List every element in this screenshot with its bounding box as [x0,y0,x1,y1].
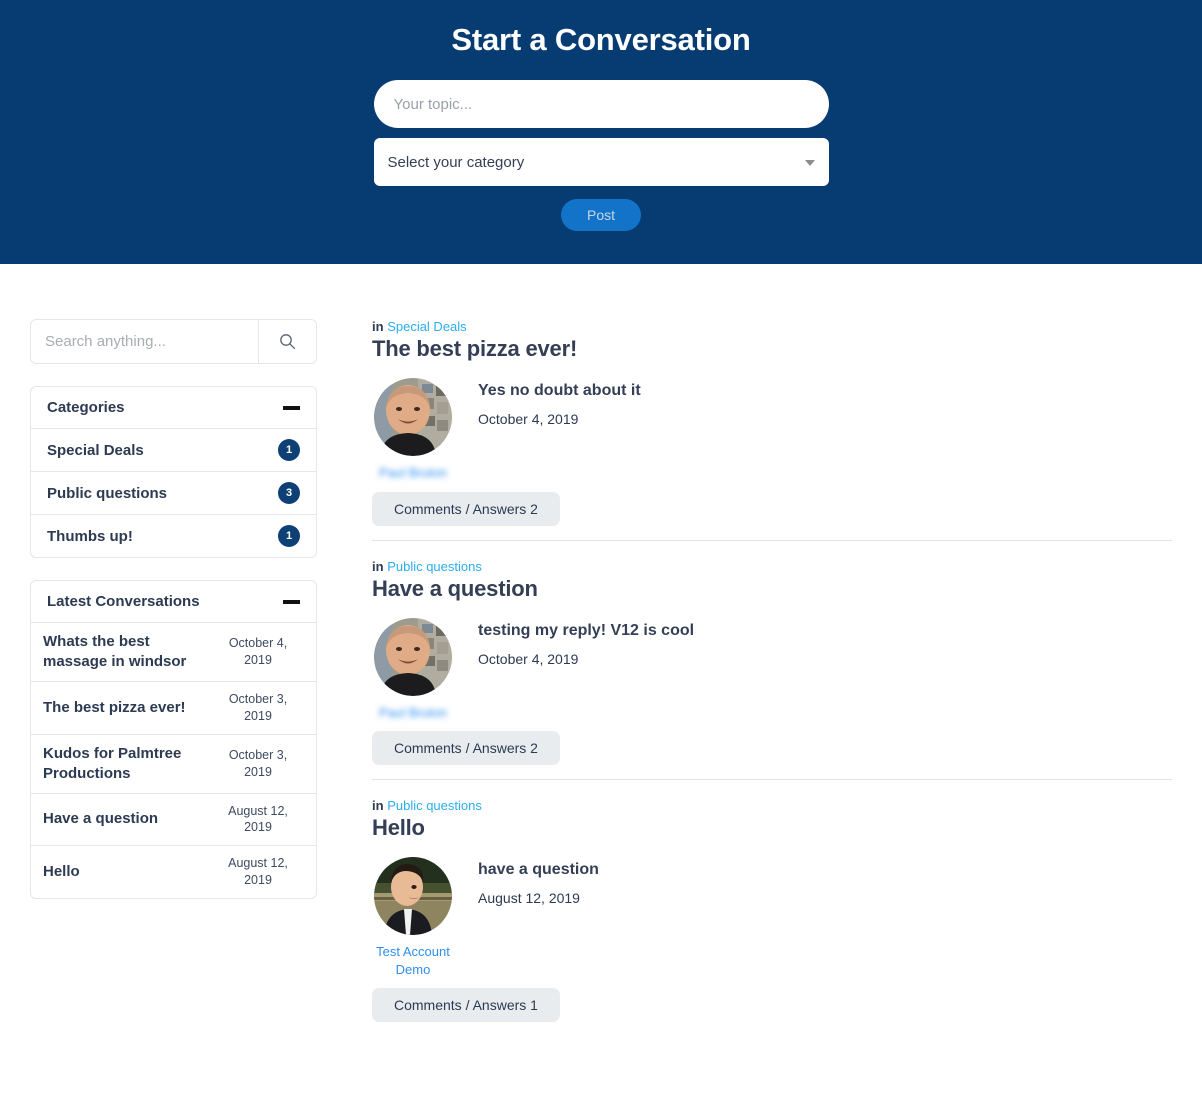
categories-panel-title: Categories [47,399,125,416]
post-reply-date: October 4, 2019 [478,411,579,427]
category-label: Public questions [47,484,168,502]
minus-icon[interactable] [283,599,300,604]
category-row[interactable]: Public questions 3 [31,472,316,515]
latest-conversation-title: Whats the best massage in windsor [43,633,187,670]
latest-conversation-title: Have a question [43,810,159,828]
latest-conversations-header[interactable]: Latest Conversations [31,581,316,623]
post-category-line: in Public questions [372,798,1172,813]
latest-conversations-list: Whats the best massage in windsor October… [31,623,316,898]
search-bar [30,319,317,364]
category-label: Thumbs up! [47,527,133,545]
latest-conversation-row[interactable]: Kudos for Palmtree Productions October 3,… [31,735,316,794]
avatar-column: Paul Bruton [372,378,454,482]
category-count-badge: 1 [278,439,300,461]
latest-conversation-title: Kudos for Palmtree Productions [43,744,182,782]
conversation-feed: in Special Deals The best pizza ever! Paul… [320,264,1202,1024]
conversation-post: in Public questions Hello Test Account Dem… [372,782,1172,1024]
post-author-link[interactable]: Paul Bruton [367,704,459,722]
latest-conversation-date: October 4, 2019 [228,636,288,667]
category-label: Special Deals [47,441,144,459]
latest-conversation-date: October 3, 2019 [228,747,288,779]
post-text-column: Yes no doubt about it October 4, 2019 [454,378,641,427]
post-title[interactable]: The best pizza ever! [372,336,1172,362]
latest-conversations-panel: Latest Conversations Whats the best mass… [30,580,317,899]
in-label: in [372,319,384,334]
new-conversation-form: Select your categorySpecial DealsPublic … [373,80,829,231]
search-button[interactable] [258,320,316,363]
post-button[interactable]: Post [561,199,641,231]
avatar-image [374,857,452,936]
posts-container: in Special Deals The best pizza ever! Paul… [372,319,1172,1024]
latest-conversation-title: Hello [43,863,80,881]
categories-panel-header[interactable]: Categories [31,387,316,429]
latest-conversation-row[interactable]: Have a question August 12, 2019 [31,794,316,847]
latest-conversation-row[interactable]: Hello August 12, 2019 [31,846,316,898]
in-label: in [372,798,384,814]
post-body: Paul Bruton Yes no doubt about it October … [372,378,1172,482]
avatar-image [374,617,452,696]
conversation-post: in Special Deals The best pizza ever! Paul… [372,319,1172,543]
post-category-link[interactable]: Public questions [387,559,482,574]
hero-banner: Start a Conversation Select your categor… [0,0,1202,264]
page-title: Start a Conversation [451,22,751,57]
avatar-image [374,378,452,456]
page-content: Categories Special Deals 1 Public question… [0,264,1202,1024]
categories-panel: Categories Special Deals 1 Public question… [30,386,317,558]
comments-answers-button[interactable]: Comments / Answers 2 [372,731,560,766]
category-select[interactable]: Select your categorySpecial DealsPublic … [373,138,829,186]
post-divider [372,539,1172,541]
post-category-link[interactable]: Special Deals [387,319,467,334]
latest-conversation-row[interactable]: Whats the best massage in windsor October… [31,623,316,682]
avatar-column: Test Account Demo [372,857,454,978]
latest-conversation-date: October 3, 2019 [228,691,288,723]
post-author-link[interactable]: Test Account Demo [367,943,459,978]
post-reply-text: Yes no doubt about it [478,382,641,399]
post-text-column: testing my reply! V12 is cool October 4, … [454,618,694,667]
latest-conversations-title: Latest Conversations [47,593,200,610]
post-title[interactable]: Hello [372,815,1172,841]
latest-conversation-title: The best pizza ever! [43,698,186,716]
latest-conversation-date: August 12, 2019 [228,856,288,888]
sidebar: Categories Special Deals 1 Public question… [30,264,320,899]
post-author-link[interactable]: Paul Bruton [367,464,459,482]
category-select-wrapper: Select your categorySpecial DealsPublic … [373,138,829,186]
post-title[interactable]: Have a question [372,576,1172,602]
post-divider [372,779,1172,781]
minus-icon[interactable] [283,405,300,410]
topic-input[interactable] [373,80,829,128]
avatar-column: Paul Bruton [372,617,454,722]
post-reply-text: testing my reply! V12 is cool [478,621,695,639]
search-input[interactable] [31,320,258,363]
search-icon [280,334,296,350]
post-text-column: have a question August 12, 2019 [454,857,599,906]
post-body: Test Account Demo have a question August 1… [372,857,1172,978]
comments-answers-button[interactable]: Comments / Answers 1 [372,988,560,1023]
post-category-link[interactable]: Public questions [387,798,482,813]
in-label: in [372,558,384,574]
post-category-line: in Special Deals [372,319,1172,334]
post-reply-date: August 12, 2019 [478,890,580,907]
conversation-post: in Public questions Have a question Paul B… [372,543,1172,783]
category-row[interactable]: Thumbs up! 1 [31,515,316,557]
post-reply-text: have a question [478,861,599,879]
categories-list: Special Deals 1 Public questions 3 Thumbs up… [31,429,316,557]
post-category-line: in Public questions [372,559,1172,574]
post-reply-date: October 4, 2019 [478,650,579,667]
latest-conversation-row[interactable]: The best pizza ever! October 3, 2019 [31,682,316,735]
latest-conversation-date: August 12, 2019 [228,803,288,835]
comments-answers-button[interactable]: Comments / Answers 2 [372,491,560,526]
category-count-badge: 3 [278,482,300,504]
post-body: Paul Bruton testing my reply! V12 is cool… [372,617,1172,722]
category-count-badge: 1 [278,525,300,547]
category-row[interactable]: Special Deals 1 [31,429,316,472]
